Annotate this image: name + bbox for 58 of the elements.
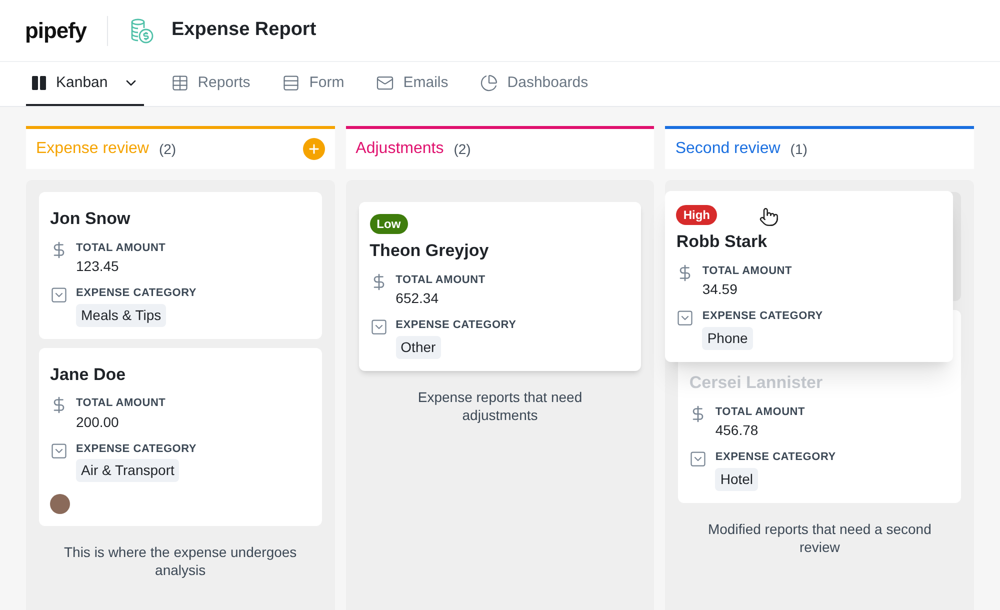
tab[interactable]: Reports (166, 62, 256, 106)
logo[interactable]: pipefy (25, 14, 86, 47)
column-description: Modified reports that need a second review (706, 520, 932, 556)
kanban-icon (31, 75, 47, 91)
dropdown-icon (676, 309, 694, 327)
field-label: EXPENSE CATEGORY (715, 450, 836, 465)
add-button[interactable] (302, 138, 325, 160)
field-label: EXPENSE CATEGORY (76, 442, 197, 456)
field-label: TOTAL AMOUNT (76, 240, 166, 256)
pie-chart-icon (480, 74, 498, 92)
field-value: 200.00 (76, 412, 119, 432)
card-title: Jane Doe (50, 364, 127, 386)
column-count: (2) (454, 140, 471, 159)
priority-badge: Low (370, 214, 408, 234)
column-title: Adjustments (356, 139, 444, 159)
column-count: (2) (158, 140, 176, 159)
category-tag: Meals & Tips (76, 304, 166, 326)
priority-badge: High (676, 205, 718, 225)
dropdown-icon (370, 318, 388, 336)
mail-icon (376, 74, 394, 92)
dropdown-icon (50, 286, 68, 304)
field-value: 34.59 (702, 280, 738, 299)
field-label: TOTAL AMOUNT (715, 404, 806, 420)
column-description: This is where the expense undergoes analysis (62, 543, 298, 579)
form-icon (282, 74, 300, 92)
dropdown-icon (689, 450, 708, 468)
field-label: EXPENSE CATEGORY (396, 318, 516, 333)
category-tag: Hotel (715, 468, 758, 490)
card-title: Theon Greyjoy (370, 240, 490, 262)
field-label: EXPENSE CATEGORY (702, 309, 823, 324)
card-title: Robb Stark (676, 231, 768, 253)
page-title: Expense Report (172, 18, 316, 42)
card-title: Jon Snow (50, 208, 132, 230)
category-tag: Air & Transport (76, 459, 180, 482)
card[interactable]: Jon Snow TOTAL AMOUNT 123.45 EXPENSE CATEGORY Meals & Tips (39, 192, 322, 338)
column-description: Expense reports that need adjustments (416, 388, 584, 424)
field-value: 123.45 (76, 257, 119, 276)
field-value: 652.34 (396, 289, 438, 308)
column-title: Expense review (36, 139, 149, 159)
table-icon (170, 74, 189, 92)
field-label: TOTAL AMOUNT (396, 272, 486, 288)
card[interactable]: Low Theon Greyjoy TOTAL AMOUNT 652.34 EXPENSE CATEGORY Other (358, 202, 642, 370)
card[interactable]: Jane Doe TOTAL AMOUNT 200.00 EXPENSE CATEGORY Air & Transport (39, 348, 322, 526)
tab[interactable]: Dashboards (475, 62, 594, 106)
tab[interactable]: Form (277, 62, 350, 106)
plus-icon (306, 142, 321, 156)
column-title: Second review (675, 139, 780, 159)
field-label: TOTAL AMOUNT (702, 264, 792, 278)
tab[interactable]: Emails (371, 62, 454, 106)
dropdown-icon (50, 442, 68, 460)
field-label: TOTAL AMOUNT (76, 396, 166, 411)
category-tag: Other (396, 336, 441, 358)
column-count: (1) (790, 140, 808, 159)
hand-cursor-icon (759, 207, 780, 227)
field-value: 456.78 (715, 421, 758, 440)
card[interactable]: High Robb Stark TOTAL AMOUNT 34.59 EXPENSE CATEGORY Phone (665, 191, 954, 362)
category-tag: Phone (702, 326, 753, 350)
field-label: EXPENSE CATEGORY (76, 286, 197, 301)
